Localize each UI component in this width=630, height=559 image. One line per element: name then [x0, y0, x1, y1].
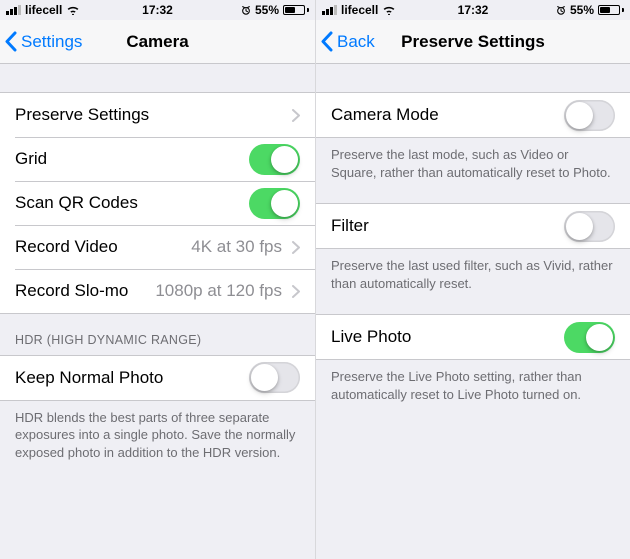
- back-button[interactable]: Settings: [0, 31, 82, 52]
- battery-icon: [283, 5, 309, 15]
- row-label: Record Slo-mo: [15, 281, 128, 301]
- row-label: Scan QR Codes: [15, 193, 138, 213]
- chevron-right-icon: [292, 241, 300, 254]
- row-camera-mode: Camera Mode: [316, 93, 630, 137]
- status-time: 17:32: [458, 3, 489, 17]
- row-preserve-settings[interactable]: Preserve Settings: [0, 93, 315, 137]
- alarm-icon: [556, 5, 566, 15]
- chevron-left-icon: [320, 31, 333, 52]
- chevron-right-icon: [292, 109, 300, 122]
- hdr-footer: HDR blends the best parts of three separ…: [0, 401, 315, 470]
- row-label: Live Photo: [331, 327, 411, 347]
- left-pane: lifecell 17:32 55% Settings Camera: [0, 0, 315, 559]
- row-label: Record Video: [15, 237, 118, 257]
- nav-title: Camera: [126, 32, 188, 52]
- wifi-icon: [382, 5, 396, 15]
- row-filter: Filter: [316, 204, 630, 248]
- signal-icon: [322, 5, 337, 15]
- row-label: Grid: [15, 149, 47, 169]
- camera-mode-toggle[interactable]: [564, 100, 615, 131]
- keep-normal-photo-toggle[interactable]: [249, 362, 300, 393]
- row-keep-normal-photo: Keep Normal Photo: [0, 356, 315, 400]
- row-record-slomo[interactable]: Record Slo-mo 1080p at 120 fps: [0, 269, 315, 313]
- camera-mode-group: Camera Mode: [316, 92, 630, 138]
- filter-toggle[interactable]: [564, 211, 615, 242]
- scan-qr-toggle[interactable]: [249, 188, 300, 219]
- status-time: 17:32: [142, 3, 173, 17]
- right-pane: lifecell 17:32 55% Back Preserve Setting…: [315, 0, 630, 559]
- carrier-name: lifecell: [25, 3, 62, 17]
- battery-percent: 55%: [570, 3, 594, 17]
- back-label: Back: [337, 32, 375, 52]
- grid-toggle[interactable]: [249, 144, 300, 175]
- camera-mode-footer: Preserve the last mode, such as Video or…: [316, 138, 630, 189]
- live-photo-toggle[interactable]: [564, 322, 615, 353]
- back-button[interactable]: Back: [316, 31, 375, 52]
- wifi-icon: [66, 5, 80, 15]
- row-scan-qr: Scan QR Codes: [0, 181, 315, 225]
- battery-percent: 55%: [255, 3, 279, 17]
- chevron-left-icon: [4, 31, 17, 52]
- row-value: 1080p at 120 fps: [155, 281, 288, 301]
- filter-group: Filter: [316, 203, 630, 249]
- chevron-right-icon: [292, 285, 300, 298]
- nav-bar: Back Preserve Settings: [316, 20, 630, 64]
- screenshot: lifecell 17:32 55% Settings Camera: [0, 0, 630, 559]
- row-live-photo: Live Photo: [316, 315, 630, 359]
- filter-footer: Preserve the last used filter, such as V…: [316, 249, 630, 300]
- back-label: Settings: [21, 32, 82, 52]
- row-value: 4K at 30 fps: [191, 237, 288, 257]
- hdr-header: HDR (HIGH DYNAMIC RANGE): [0, 314, 315, 355]
- signal-icon: [6, 5, 21, 15]
- row-grid: Grid: [0, 137, 315, 181]
- row-label: Keep Normal Photo: [15, 368, 163, 388]
- hdr-group: Keep Normal Photo: [0, 355, 315, 401]
- status-bar: lifecell 17:32 55%: [0, 0, 315, 20]
- settings-group: Preserve Settings Grid Scan QR Codes Rec…: [0, 92, 315, 314]
- alarm-icon: [241, 5, 251, 15]
- battery-icon: [598, 5, 624, 15]
- row-label: Preserve Settings: [15, 105, 149, 125]
- row-label: Camera Mode: [331, 105, 439, 125]
- live-photo-footer: Preserve the Live Photo setting, rather …: [316, 360, 630, 411]
- live-photo-group: Live Photo: [316, 314, 630, 360]
- nav-bar: Settings Camera: [0, 20, 315, 64]
- carrier-name: lifecell: [341, 3, 378, 17]
- row-record-video[interactable]: Record Video 4K at 30 fps: [0, 225, 315, 269]
- row-label: Filter: [331, 216, 369, 236]
- status-bar: lifecell 17:32 55%: [316, 0, 630, 20]
- nav-title: Preserve Settings: [401, 32, 545, 52]
